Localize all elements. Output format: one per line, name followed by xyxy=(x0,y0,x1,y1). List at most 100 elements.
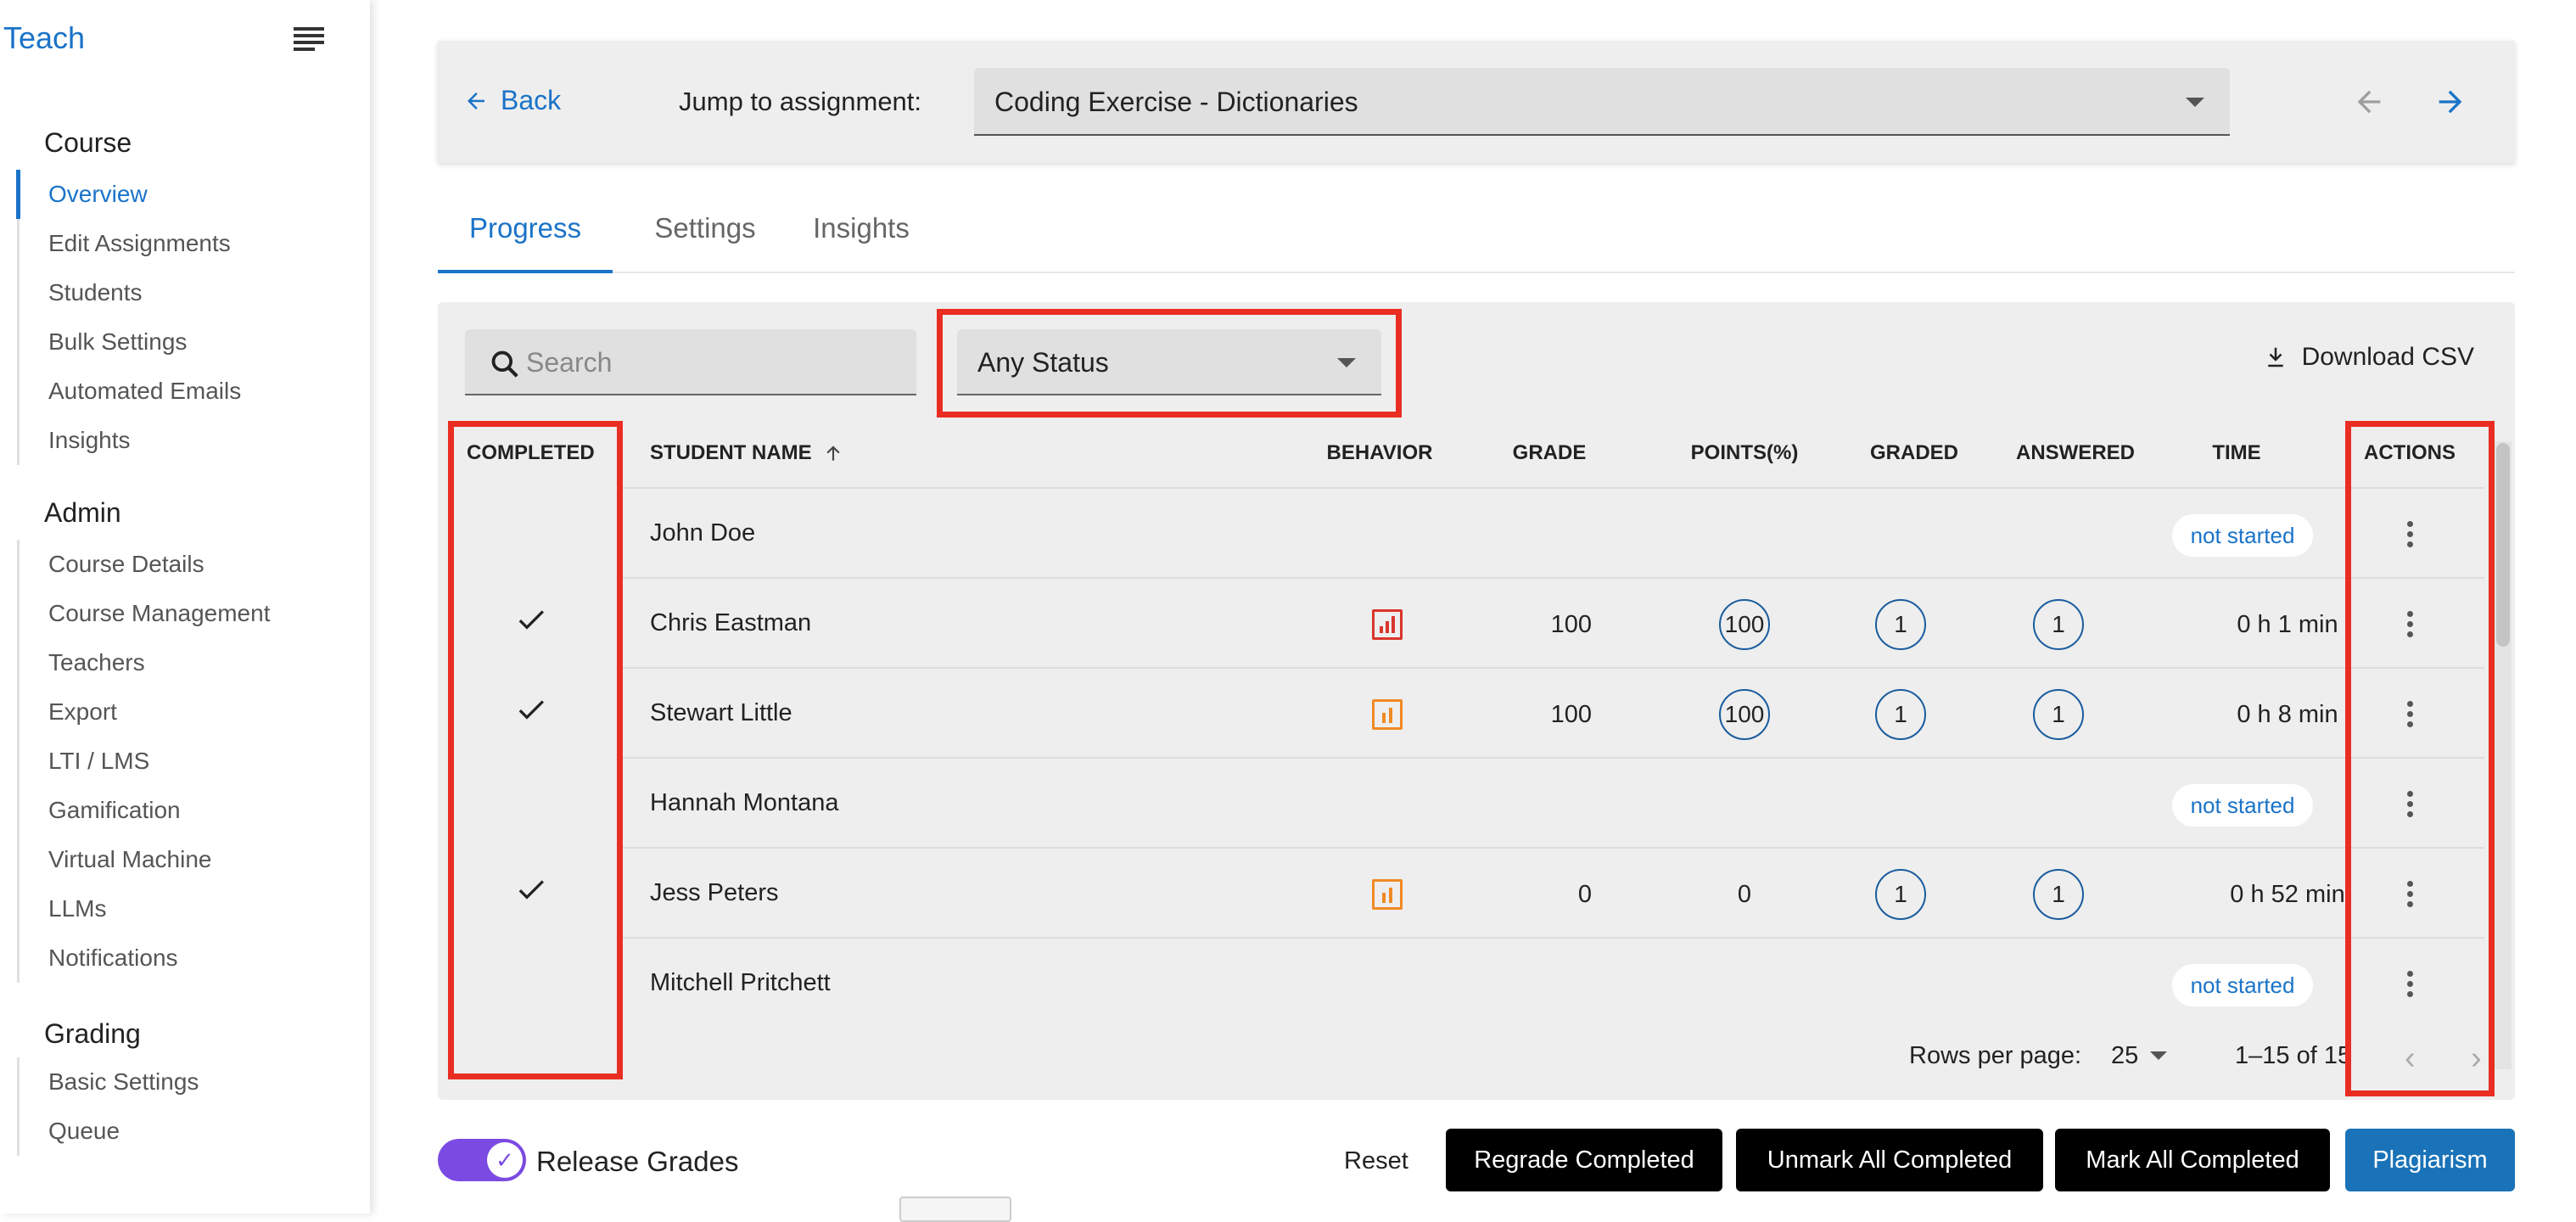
student-name[interactable]: Hannah Montana xyxy=(650,789,839,817)
row-divider xyxy=(621,667,2484,669)
sidebar-item-notifications[interactable]: Notifications xyxy=(20,933,270,983)
dropdown-caret-icon xyxy=(2186,98,2204,107)
plagiarism-button[interactable]: Plagiarism xyxy=(2345,1129,2515,1191)
table-scrollbar[interactable] xyxy=(2495,441,2512,1069)
search-input[interactable]: Search xyxy=(465,329,916,395)
points-value[interactable]: 100 xyxy=(1719,599,1770,650)
behavior-chart-icon[interactable] xyxy=(1372,879,1403,910)
tab-settings[interactable]: Settings xyxy=(635,212,776,273)
pagination-range: 1–15 of 15 xyxy=(2235,1042,2352,1069)
assignment-select[interactable]: Coding Exercise - Dictionaries xyxy=(974,68,2230,136)
assignment-select-value: Coding Exercise - Dictionaries xyxy=(994,87,1358,117)
table-row[interactable]: Stewart Little 100 100 1 1 0 h 8 min xyxy=(438,670,2515,760)
course-nav: Overview Edit Assignments Students Bulk … xyxy=(16,170,241,465)
section-title-grading: Grading xyxy=(44,1018,141,1049)
next-assignment-button[interactable] xyxy=(2433,85,2467,119)
sidebar-item-automated-emails[interactable]: Automated Emails xyxy=(20,367,241,416)
student-name[interactable]: Mitchell Pritchett xyxy=(650,969,831,997)
tab-insights[interactable]: Insights xyxy=(789,212,933,273)
sidebar-item-course-management[interactable]: Course Management xyxy=(20,589,270,638)
mark-all-completed-button[interactable]: Mark All Completed xyxy=(2055,1129,2330,1191)
table-row[interactable]: Hannah Montana not started xyxy=(438,760,2515,850)
tab-bar: Progress Settings Insights xyxy=(438,202,2515,273)
row-divider xyxy=(621,487,2484,489)
back-button[interactable]: Back xyxy=(463,85,561,116)
column-header-grade[interactable]: GRADE xyxy=(1490,441,1609,465)
answered-value[interactable]: 1 xyxy=(2033,869,2084,920)
scrollbar-thumb[interactable] xyxy=(2496,443,2510,647)
unmark-all-completed-button[interactable]: Unmark All Completed xyxy=(1736,1129,2043,1191)
dropdown-caret-icon xyxy=(2150,1051,2168,1060)
assignment-toolbar: Back Jump to assignment: Coding Exercise… xyxy=(438,41,2515,163)
table-row[interactable]: Jess Peters 0 0 1 1 0 h 52 min xyxy=(438,850,2515,940)
highlight-box-status xyxy=(937,309,1402,418)
section-title-admin: Admin xyxy=(44,497,121,528)
search-icon xyxy=(491,350,518,378)
floating-widget-edge[interactable] xyxy=(899,1197,1011,1222)
student-name[interactable]: John Doe xyxy=(650,519,755,547)
status-badge: not started xyxy=(2172,964,2313,1006)
student-name[interactable]: Stewart Little xyxy=(650,699,792,727)
column-header-points[interactable]: POINTS(%) xyxy=(1677,441,1812,465)
table-row[interactable]: Chris Eastman 100 100 1 1 0 h 1 min xyxy=(438,580,2515,670)
sidebar-item-edit-assignments[interactable]: Edit Assignments xyxy=(20,219,241,268)
status-badge: not started xyxy=(2172,784,2313,827)
column-header-behavior[interactable]: BEHAVIOR xyxy=(1312,441,1448,465)
table-row[interactable]: Mitchell Pritchett not started xyxy=(438,940,2515,1030)
admin-nav: Course Details Course Management Teacher… xyxy=(17,540,270,983)
sidebar-item-bulk-settings[interactable]: Bulk Settings xyxy=(20,317,241,367)
reset-button[interactable]: Reset xyxy=(1344,1147,1408,1175)
student-name[interactable]: Chris Eastman xyxy=(650,609,811,637)
points-value[interactable]: 100 xyxy=(1719,689,1770,740)
menu-icon[interactable] xyxy=(294,27,324,51)
back-label: Back xyxy=(501,85,562,115)
tab-progress[interactable]: Progress xyxy=(438,212,613,273)
jump-label: Jump to assignment: xyxy=(679,87,922,116)
row-divider xyxy=(621,937,2484,939)
sidebar-item-queue[interactable]: Queue xyxy=(20,1107,199,1156)
sidebar-item-overview[interactable]: Overview xyxy=(16,170,241,219)
graded-value[interactable]: 1 xyxy=(1875,599,1926,650)
rows-per-page-label: Rows per page: xyxy=(1909,1042,2082,1069)
sidebar-item-course-details[interactable]: Course Details xyxy=(20,540,270,589)
section-title-course: Course xyxy=(44,127,132,158)
highlight-box-completed xyxy=(448,421,623,1079)
student-name[interactable]: Jess Peters xyxy=(650,879,779,907)
sidebar-item-students[interactable]: Students xyxy=(20,268,241,317)
grade-value: 100 xyxy=(1550,701,1592,728)
download-csv-button[interactable]: Download CSV xyxy=(2263,343,2474,372)
answered-value[interactable]: 1 xyxy=(2033,689,2084,740)
sidebar-item-teachers[interactable]: Teachers xyxy=(20,638,270,687)
regrade-completed-button[interactable]: Regrade Completed xyxy=(1446,1129,1722,1191)
release-grades-toggle[interactable]: ✓ xyxy=(438,1139,526,1181)
graded-value[interactable]: 1 xyxy=(1875,689,1926,740)
answered-value[interactable]: 1 xyxy=(2033,599,2084,650)
grade-value: 0 xyxy=(1577,881,1592,908)
graded-value[interactable]: 1 xyxy=(1875,869,1926,920)
previous-assignment-button[interactable] xyxy=(2352,85,2386,119)
sidebar-item-basic-settings[interactable]: Basic Settings xyxy=(20,1057,199,1107)
sidebar-item-export[interactable]: Export xyxy=(20,687,270,737)
behavior-chart-icon[interactable] xyxy=(1372,609,1403,640)
sort-ascending-icon xyxy=(826,446,840,461)
sidebar-item-llms[interactable]: LLMs xyxy=(20,884,270,933)
sidebar-item-insights[interactable]: Insights xyxy=(20,416,241,465)
brand-title[interactable]: Teach xyxy=(3,20,85,56)
behavior-chart-icon[interactable] xyxy=(1372,699,1403,730)
row-divider xyxy=(621,757,2484,759)
column-header-time[interactable]: TIME xyxy=(2169,441,2304,465)
table-row[interactable]: John Doe not started xyxy=(438,490,2515,580)
column-header-student-name[interactable]: STUDENT NAME xyxy=(650,441,844,465)
rows-per-page-select[interactable]: 25 xyxy=(2111,1042,2168,1070)
release-grades-label: Release Grades xyxy=(536,1146,739,1177)
column-header-graded[interactable]: GRADED xyxy=(1846,441,1982,465)
sidebar-item-lti-lms[interactable]: LTI / LMS xyxy=(20,737,270,786)
column-header-answered[interactable]: ANSWERED xyxy=(1999,441,2152,465)
rows-per-page-value: 25 xyxy=(2111,1042,2139,1069)
highlight-box-actions xyxy=(2345,421,2495,1096)
download-icon xyxy=(2267,347,2283,367)
grading-nav: Basic Settings Queue xyxy=(17,1057,199,1156)
sidebar-item-virtual-machine[interactable]: Virtual Machine xyxy=(20,835,270,884)
check-icon: ✓ xyxy=(487,1142,523,1178)
sidebar-item-gamification[interactable]: Gamification xyxy=(20,786,270,835)
